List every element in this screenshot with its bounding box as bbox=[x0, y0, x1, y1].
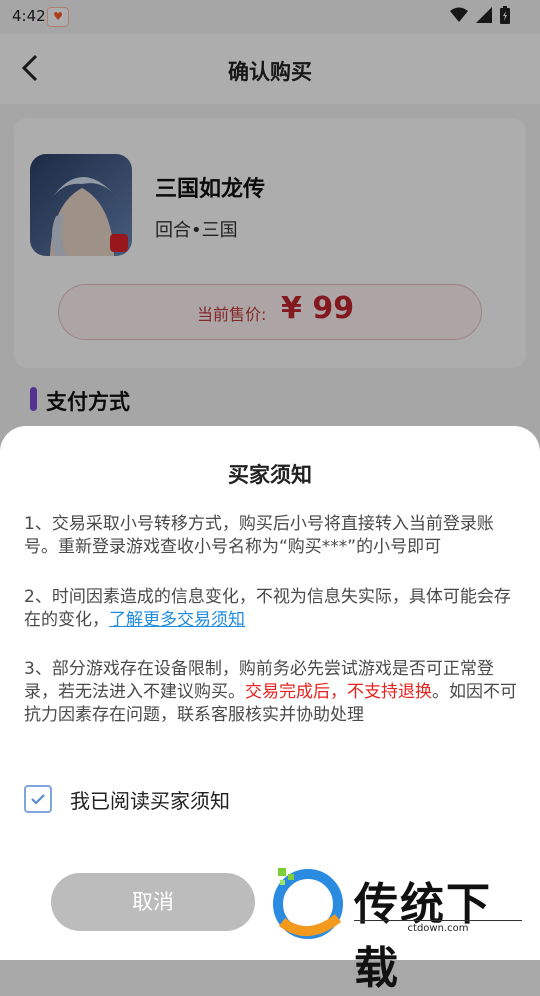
agree-label: 我已阅读买家须知 bbox=[70, 788, 230, 813]
more-rules-link[interactable]: 了解更多交易须知 bbox=[109, 610, 245, 630]
notice-item-1: 1、交易采取小号转移方式，购买后小号将直接转入当前登录账号。重新登录游戏查收小号… bbox=[24, 514, 494, 557]
notice-item-2-text: 2、时间因素造成的信息变化，不视为信息失实际，具体可能会存在的变化， bbox=[24, 587, 511, 630]
checkmark-icon bbox=[31, 794, 45, 805]
cancel-button[interactable]: 取消 bbox=[51, 873, 255, 931]
notice-item-3: 3、部分游戏存在设备限制，购前务必先尝试游戏是否可正常登录，若无法进入不建议购买… bbox=[24, 658, 522, 727]
agree-row[interactable]: 我已阅读买家须知 bbox=[24, 782, 230, 816]
no-refund-warning: 交易完成后，不支持退换 bbox=[245, 682, 432, 702]
buyer-notice-sheet: 买家须知 1、交易采取小号转移方式，购买后小号将直接转入当前登录账号。重新登录游… bbox=[0, 426, 540, 994]
watermark-url: ctdown.com bbox=[354, 920, 522, 934]
sheet-title: 买家须知 bbox=[228, 463, 312, 487]
watermark-emblem-icon bbox=[273, 868, 343, 939]
notice-item-2: 2、时间因素造成的信息变化，不视为信息失实际，具体可能会存在的变化，了解更多交易… bbox=[24, 586, 522, 632]
agree-checkbox[interactable] bbox=[24, 785, 52, 813]
watermark-logo: 传统下载 ctdown.com bbox=[268, 862, 530, 994]
